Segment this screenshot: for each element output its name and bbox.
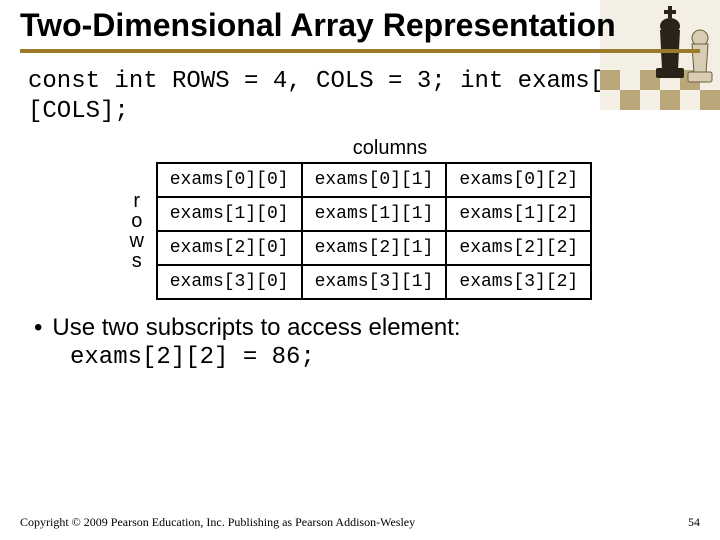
- cell: exams[2][1]: [302, 231, 447, 265]
- cell: exams[0][0]: [157, 163, 302, 197]
- cell: exams[1][2]: [446, 197, 591, 231]
- cell: exams[2][2]: [446, 231, 591, 265]
- title-underline: [20, 49, 700, 53]
- page-number: 54: [688, 515, 700, 530]
- bullet-line: • Use two subscripts to access element:: [34, 314, 692, 342]
- bullet-icon: •: [34, 314, 42, 341]
- code-declaration: const int ROWS = 4, COLS = 3; int exams[…: [28, 67, 692, 127]
- cell: exams[0][1]: [302, 163, 447, 197]
- copyright-text: Copyright © 2009 Pearson Education, Inc.…: [20, 515, 415, 530]
- cell: exams[3][2]: [446, 265, 591, 299]
- table-row: exams[0][0] exams[0][1] exams[0][2]: [157, 163, 591, 197]
- table-row: exams[3][0] exams[3][1] exams[3][2]: [157, 265, 591, 299]
- title-area: Two-Dimensional Array Representation: [0, 0, 720, 53]
- rows-label-char: o: [128, 211, 146, 231]
- cell: exams[0][2]: [446, 163, 591, 197]
- cell: exams[3][0]: [157, 265, 302, 299]
- table-wrap: r o w s exams[0][0] exams[0][1] exams[0]…: [28, 162, 692, 300]
- assignment-code: exams[2][2] = 86;: [70, 344, 692, 371]
- columns-label: columns: [28, 137, 692, 160]
- table-row: exams[2][0] exams[2][1] exams[2][2]: [157, 231, 591, 265]
- slide: Two-Dimensional Array Representation con…: [0, 0, 720, 540]
- slide-title: Two-Dimensional Array Representation: [20, 8, 700, 43]
- bullet-text: Use two subscripts to access element:: [52, 314, 460, 341]
- cell: exams[1][0]: [157, 197, 302, 231]
- table-row: exams[1][0] exams[1][1] exams[1][2]: [157, 197, 591, 231]
- rows-label-char: s: [128, 251, 146, 271]
- footer: Copyright © 2009 Pearson Education, Inc.…: [20, 515, 700, 530]
- rows-label-char: r: [128, 191, 146, 211]
- array-grid-table: exams[0][0] exams[0][1] exams[0][2] exam…: [156, 162, 592, 300]
- rows-label: r o w s: [128, 191, 146, 271]
- cell: exams[2][0]: [157, 231, 302, 265]
- cell: exams[1][1]: [302, 197, 447, 231]
- rows-label-char: w: [128, 231, 146, 251]
- cell: exams[3][1]: [302, 265, 447, 299]
